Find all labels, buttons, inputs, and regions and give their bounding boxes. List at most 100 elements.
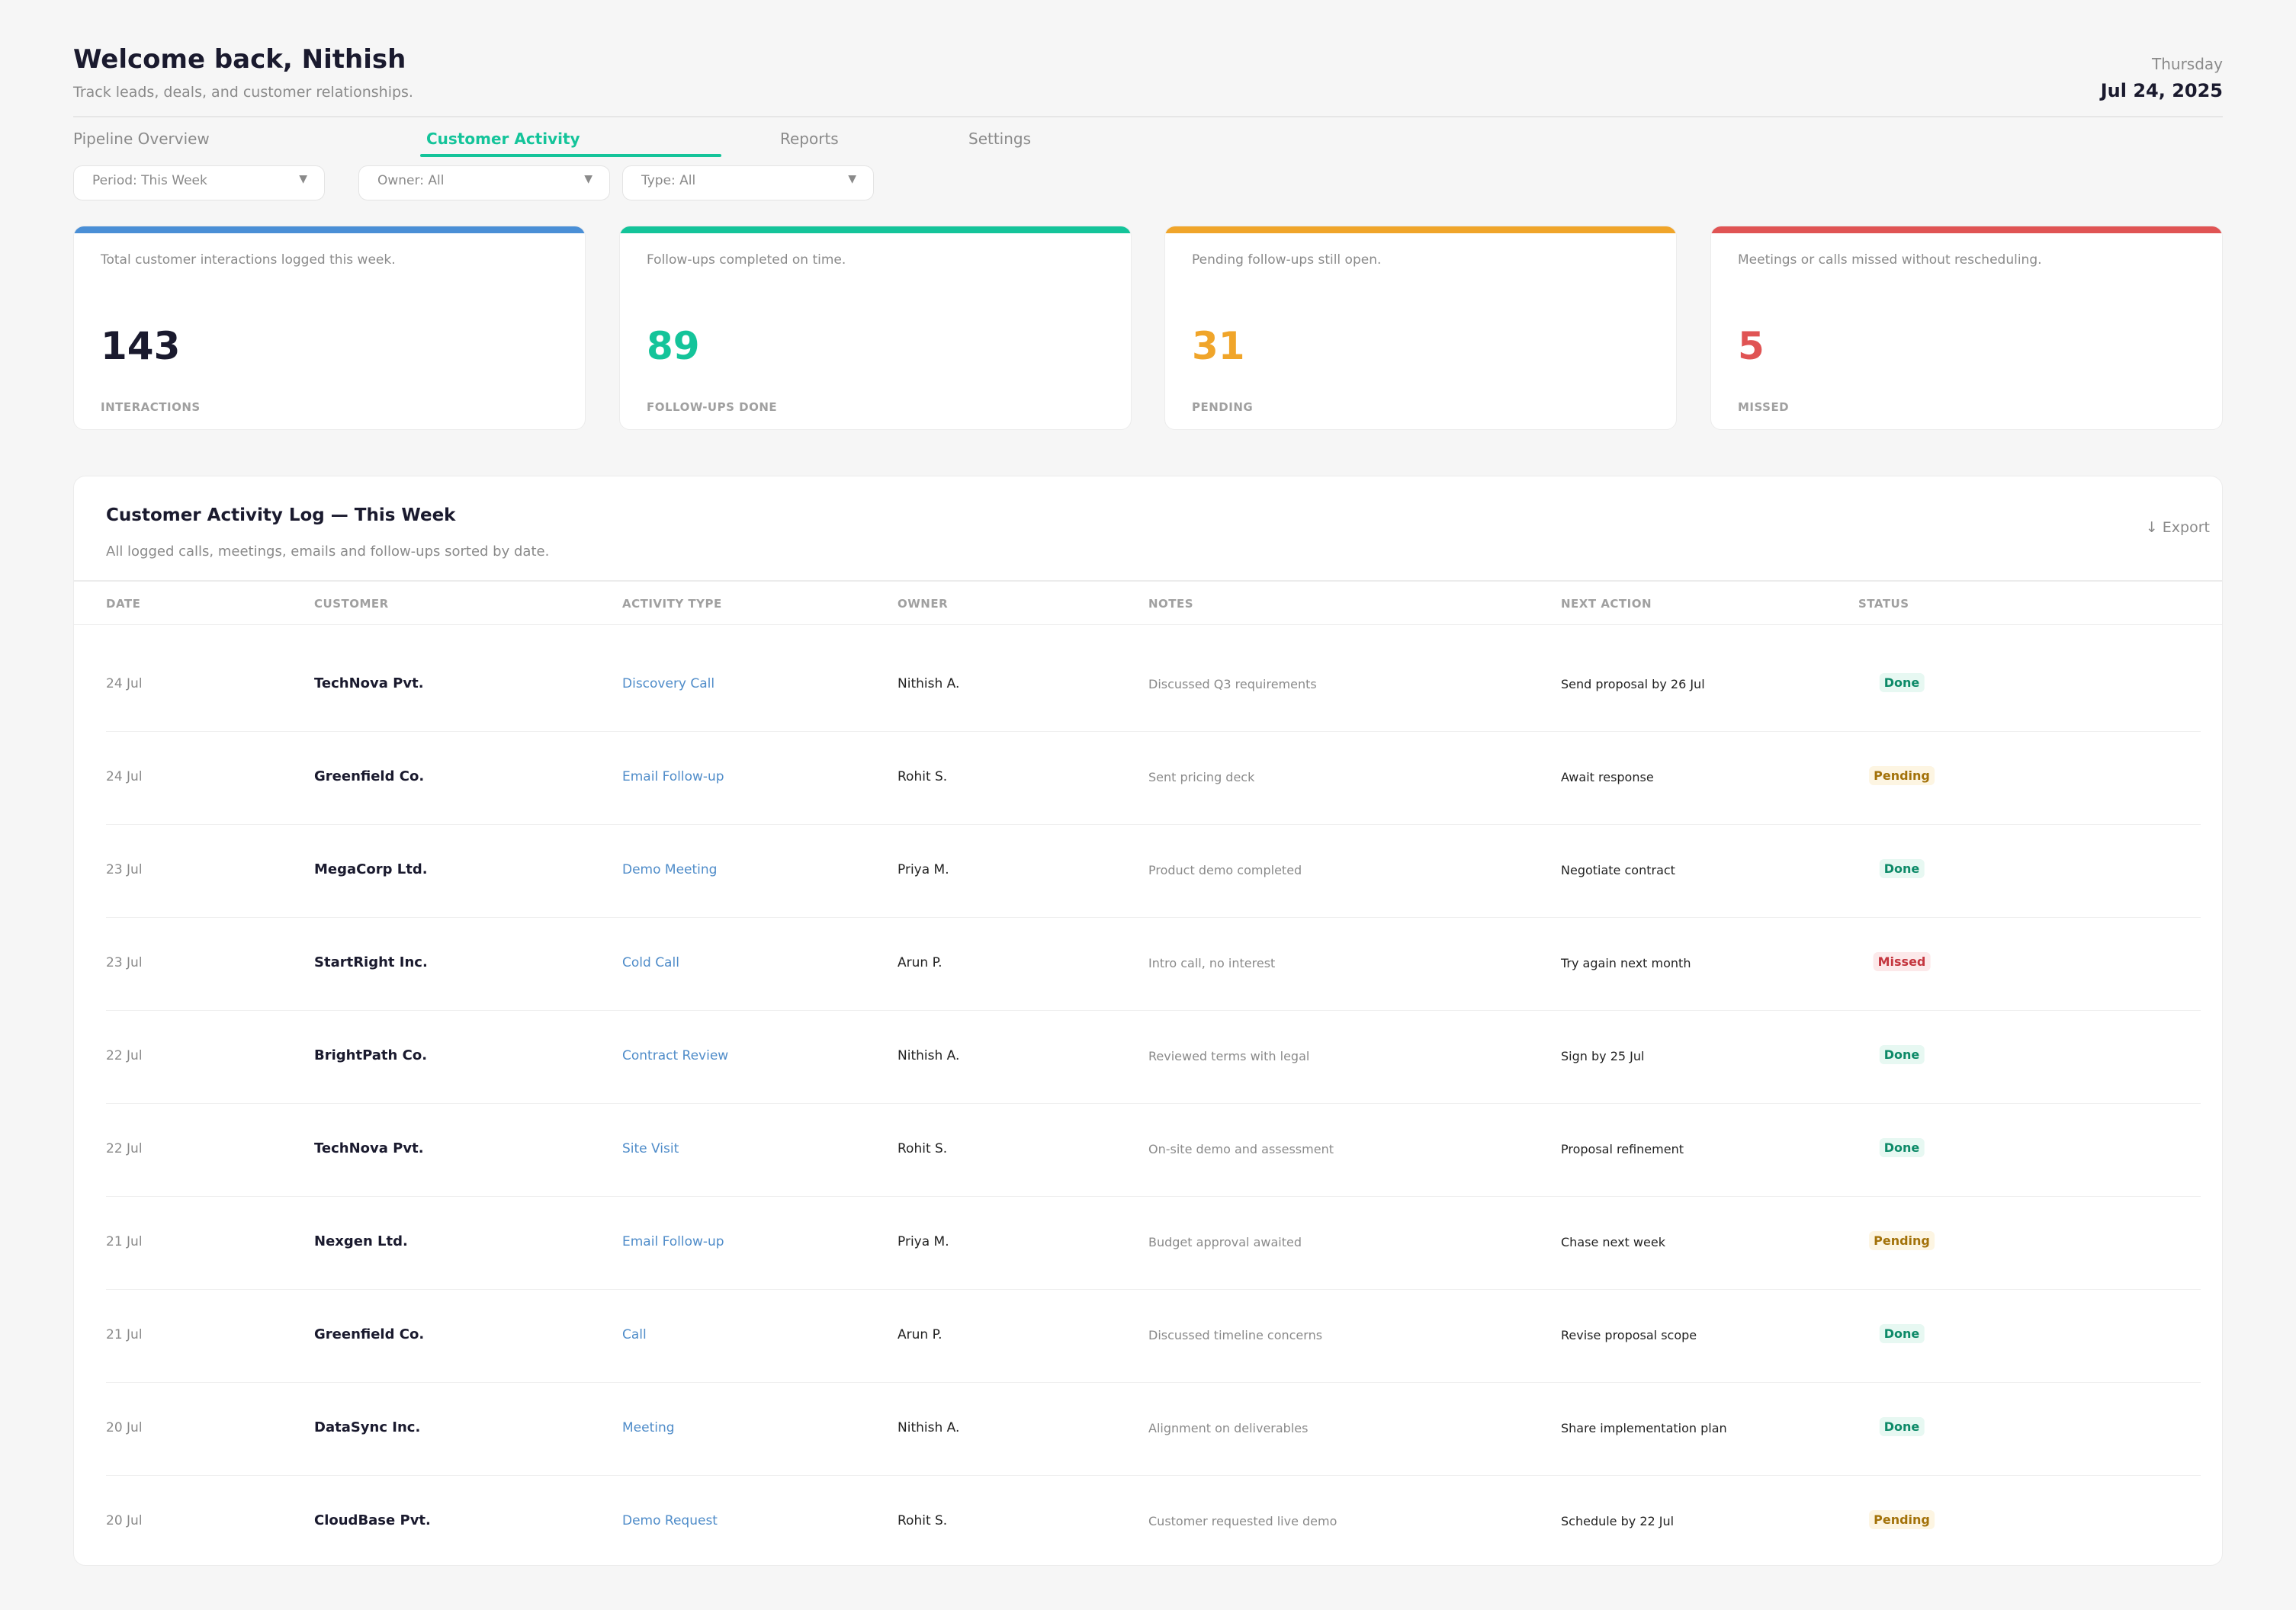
row-activity-type-link[interactable]: Discovery Call [622, 676, 714, 691]
status-badge: Done [1879, 859, 1925, 878]
kpi-accent-bar [1165, 226, 1676, 233]
row-next-action: Proposal refinement [1561, 1142, 1684, 1156]
panel-divider [74, 580, 2222, 582]
row-owner: Nithish A. [898, 676, 960, 691]
row-customer: Greenfield Co. [314, 768, 425, 784]
status-badge: Done [1879, 1417, 1925, 1436]
table-row[interactable]: 24 Jul TechNova Pvt. Discovery Call Nithish… [106, 639, 2201, 732]
table-row[interactable]: 24 Jul Greenfield Co. Email Follow-up Rohit… [106, 732, 2201, 825]
chevron-down-icon: ▼ [584, 173, 592, 185]
column-header-customer[interactable]: CUSTOMER [314, 597, 389, 611]
table-row[interactable]: 22 Jul BrightPath Co. Contract Review Nithi… [106, 1011, 2201, 1104]
row-notes: Product demo completed [1148, 863, 1302, 877]
row-date: 21 Jul [106, 1327, 143, 1342]
row-notes: Customer requested live demo [1148, 1514, 1337, 1528]
welcome-heading: Welcome back, Nithish [73, 44, 406, 75]
tab-pipeline-overview[interactable]: Pipeline Overview [73, 130, 210, 148]
table-row[interactable]: 20 Jul CloudBase Pvt. Demo Request Rohit S.… [106, 1476, 2201, 1569]
kpi-value: 89 [647, 324, 700, 368]
owner-filter-dropdown[interactable]: Owner: All ▼ [358, 165, 610, 200]
kpi-card-pending: Pending follow-ups still open. 31 PENDIN… [1164, 226, 1677, 430]
row-owner: Rohit S. [898, 769, 948, 784]
row-owner: Priya M. [898, 1234, 949, 1249]
kpi-value: 143 [101, 324, 181, 368]
kpi-accent-bar [1711, 226, 2222, 233]
row-next-action: Try again next month [1561, 956, 1691, 970]
row-activity-type-link[interactable]: Cold Call [622, 955, 679, 970]
table-row[interactable]: 23 Jul MegaCorp Ltd. Demo Meeting Priya M. P… [106, 825, 2201, 918]
column-header-activity-type[interactable]: ACTIVITY TYPE [622, 597, 722, 611]
kpi-label: MISSED [1738, 400, 1790, 414]
row-date: 23 Jul [106, 955, 143, 970]
header-row-divider [74, 624, 2222, 625]
row-activity-type-link[interactable]: Site Visit [622, 1141, 679, 1156]
status-badge: Done [1879, 1324, 1925, 1343]
row-activity-type-link[interactable]: Email Follow-up [622, 1234, 724, 1249]
export-label: ↓ Export [2145, 519, 2210, 536]
row-date: 21 Jul [106, 1234, 143, 1249]
tab-reports[interactable]: Reports [780, 130, 839, 148]
row-customer: BrightPath Co. [314, 1047, 428, 1063]
status-badge: Pending [1869, 766, 1935, 785]
row-customer: TechNova Pvt. [314, 675, 424, 691]
tab-settings[interactable]: Settings [968, 130, 1031, 148]
column-header-notes[interactable]: NOTES [1148, 597, 1193, 611]
row-customer: Nexgen Ltd. [314, 1233, 408, 1249]
kpi-label: PENDING [1192, 400, 1254, 414]
row-next-action: Await response [1561, 770, 1654, 784]
row-owner: Arun P. [898, 955, 942, 970]
row-next-action: Sign by 25 Jul [1561, 1049, 1645, 1063]
row-owner: Rohit S. [898, 1513, 948, 1528]
row-next-action: Negotiate contract [1561, 863, 1675, 877]
table-row[interactable]: 21 Jul Nexgen Ltd. Email Follow-up Priya M.… [106, 1197, 2201, 1290]
column-header-next-action[interactable]: NEXT ACTION [1561, 597, 1652, 611]
welcome-subtitle: Track leads, deals, and customer relatio… [73, 84, 413, 101]
table-row[interactable]: 23 Jul StartRight Inc. Cold Call Arun P. Int… [106, 918, 2201, 1011]
current-day: Thursday [2152, 55, 2223, 73]
row-customer: Greenfield Co. [314, 1326, 425, 1342]
kpi-accent-bar [620, 226, 1131, 233]
row-notes: Reviewed terms with legal [1148, 1049, 1310, 1063]
column-header-status[interactable]: STATUS [1858, 597, 1909, 611]
chevron-down-icon: ▼ [848, 173, 856, 185]
column-header-date[interactable]: DATE [106, 597, 140, 611]
column-header-owner[interactable]: OWNER [898, 597, 948, 611]
owner-filter-label: Owner: All [377, 173, 445, 188]
status-badge: Done [1879, 1045, 1925, 1064]
type-filter-dropdown[interactable]: Type: All ▼ [622, 165, 874, 200]
row-customer: StartRight Inc. [314, 954, 428, 970]
row-notes: Alignment on deliverables [1148, 1421, 1309, 1435]
activity-log-subtitle: All logged calls, meetings, emails and f… [106, 544, 550, 560]
table-row[interactable]: 22 Jul TechNova Pvt. Site Visit Rohit S. On-… [106, 1104, 2201, 1197]
row-customer: DataSync Inc. [314, 1419, 421, 1435]
row-owner: Rohit S. [898, 1141, 948, 1156]
row-date: 23 Jul [106, 862, 143, 877]
activity-log-title: Customer Activity Log — This Week [106, 505, 456, 525]
row-customer: CloudBase Pvt. [314, 1512, 431, 1528]
row-activity-type-link[interactable]: Demo Request [622, 1513, 718, 1528]
row-owner: Nithish A. [898, 1420, 960, 1435]
row-notes: Sent pricing deck [1148, 770, 1255, 784]
row-activity-type-link[interactable]: Contract Review [622, 1048, 728, 1063]
tab-customer-activity[interactable]: Customer Activity [426, 130, 580, 148]
row-activity-type-link[interactable]: Call [622, 1327, 647, 1342]
row-date: 22 Jul [106, 1048, 143, 1063]
table-row[interactable]: 21 Jul Greenfield Co. Call Arun P. Discussed… [106, 1290, 2201, 1383]
kpi-label: INTERACTIONS [101, 400, 201, 414]
kpi-accent-bar [74, 226, 585, 233]
status-badge: Missed [1873, 952, 1931, 971]
status-badge: Done [1879, 1138, 1925, 1157]
kpi-description: Total customer interactions logged this … [101, 252, 396, 268]
row-next-action: Schedule by 22 Jul [1561, 1514, 1675, 1528]
period-filter-dropdown[interactable]: Period: This Week ▼ [73, 165, 325, 200]
row-activity-type-link[interactable]: Demo Meeting [622, 862, 717, 877]
row-activity-type-link[interactable]: Meeting [622, 1420, 675, 1435]
row-activity-type-link[interactable]: Email Follow-up [622, 769, 724, 784]
export-button[interactable]: ↓ Export [2146, 519, 2210, 536]
active-tab-indicator [420, 154, 721, 157]
table-row[interactable]: 20 Jul DataSync Inc. Meeting Nithish A. Alig… [106, 1383, 2201, 1476]
kpi-description: Follow-ups completed on time. [647, 252, 846, 268]
row-next-action: Chase next week [1561, 1235, 1665, 1249]
row-date: 24 Jul [106, 676, 143, 691]
row-next-action: Send proposal by 26 Jul [1561, 677, 1705, 691]
